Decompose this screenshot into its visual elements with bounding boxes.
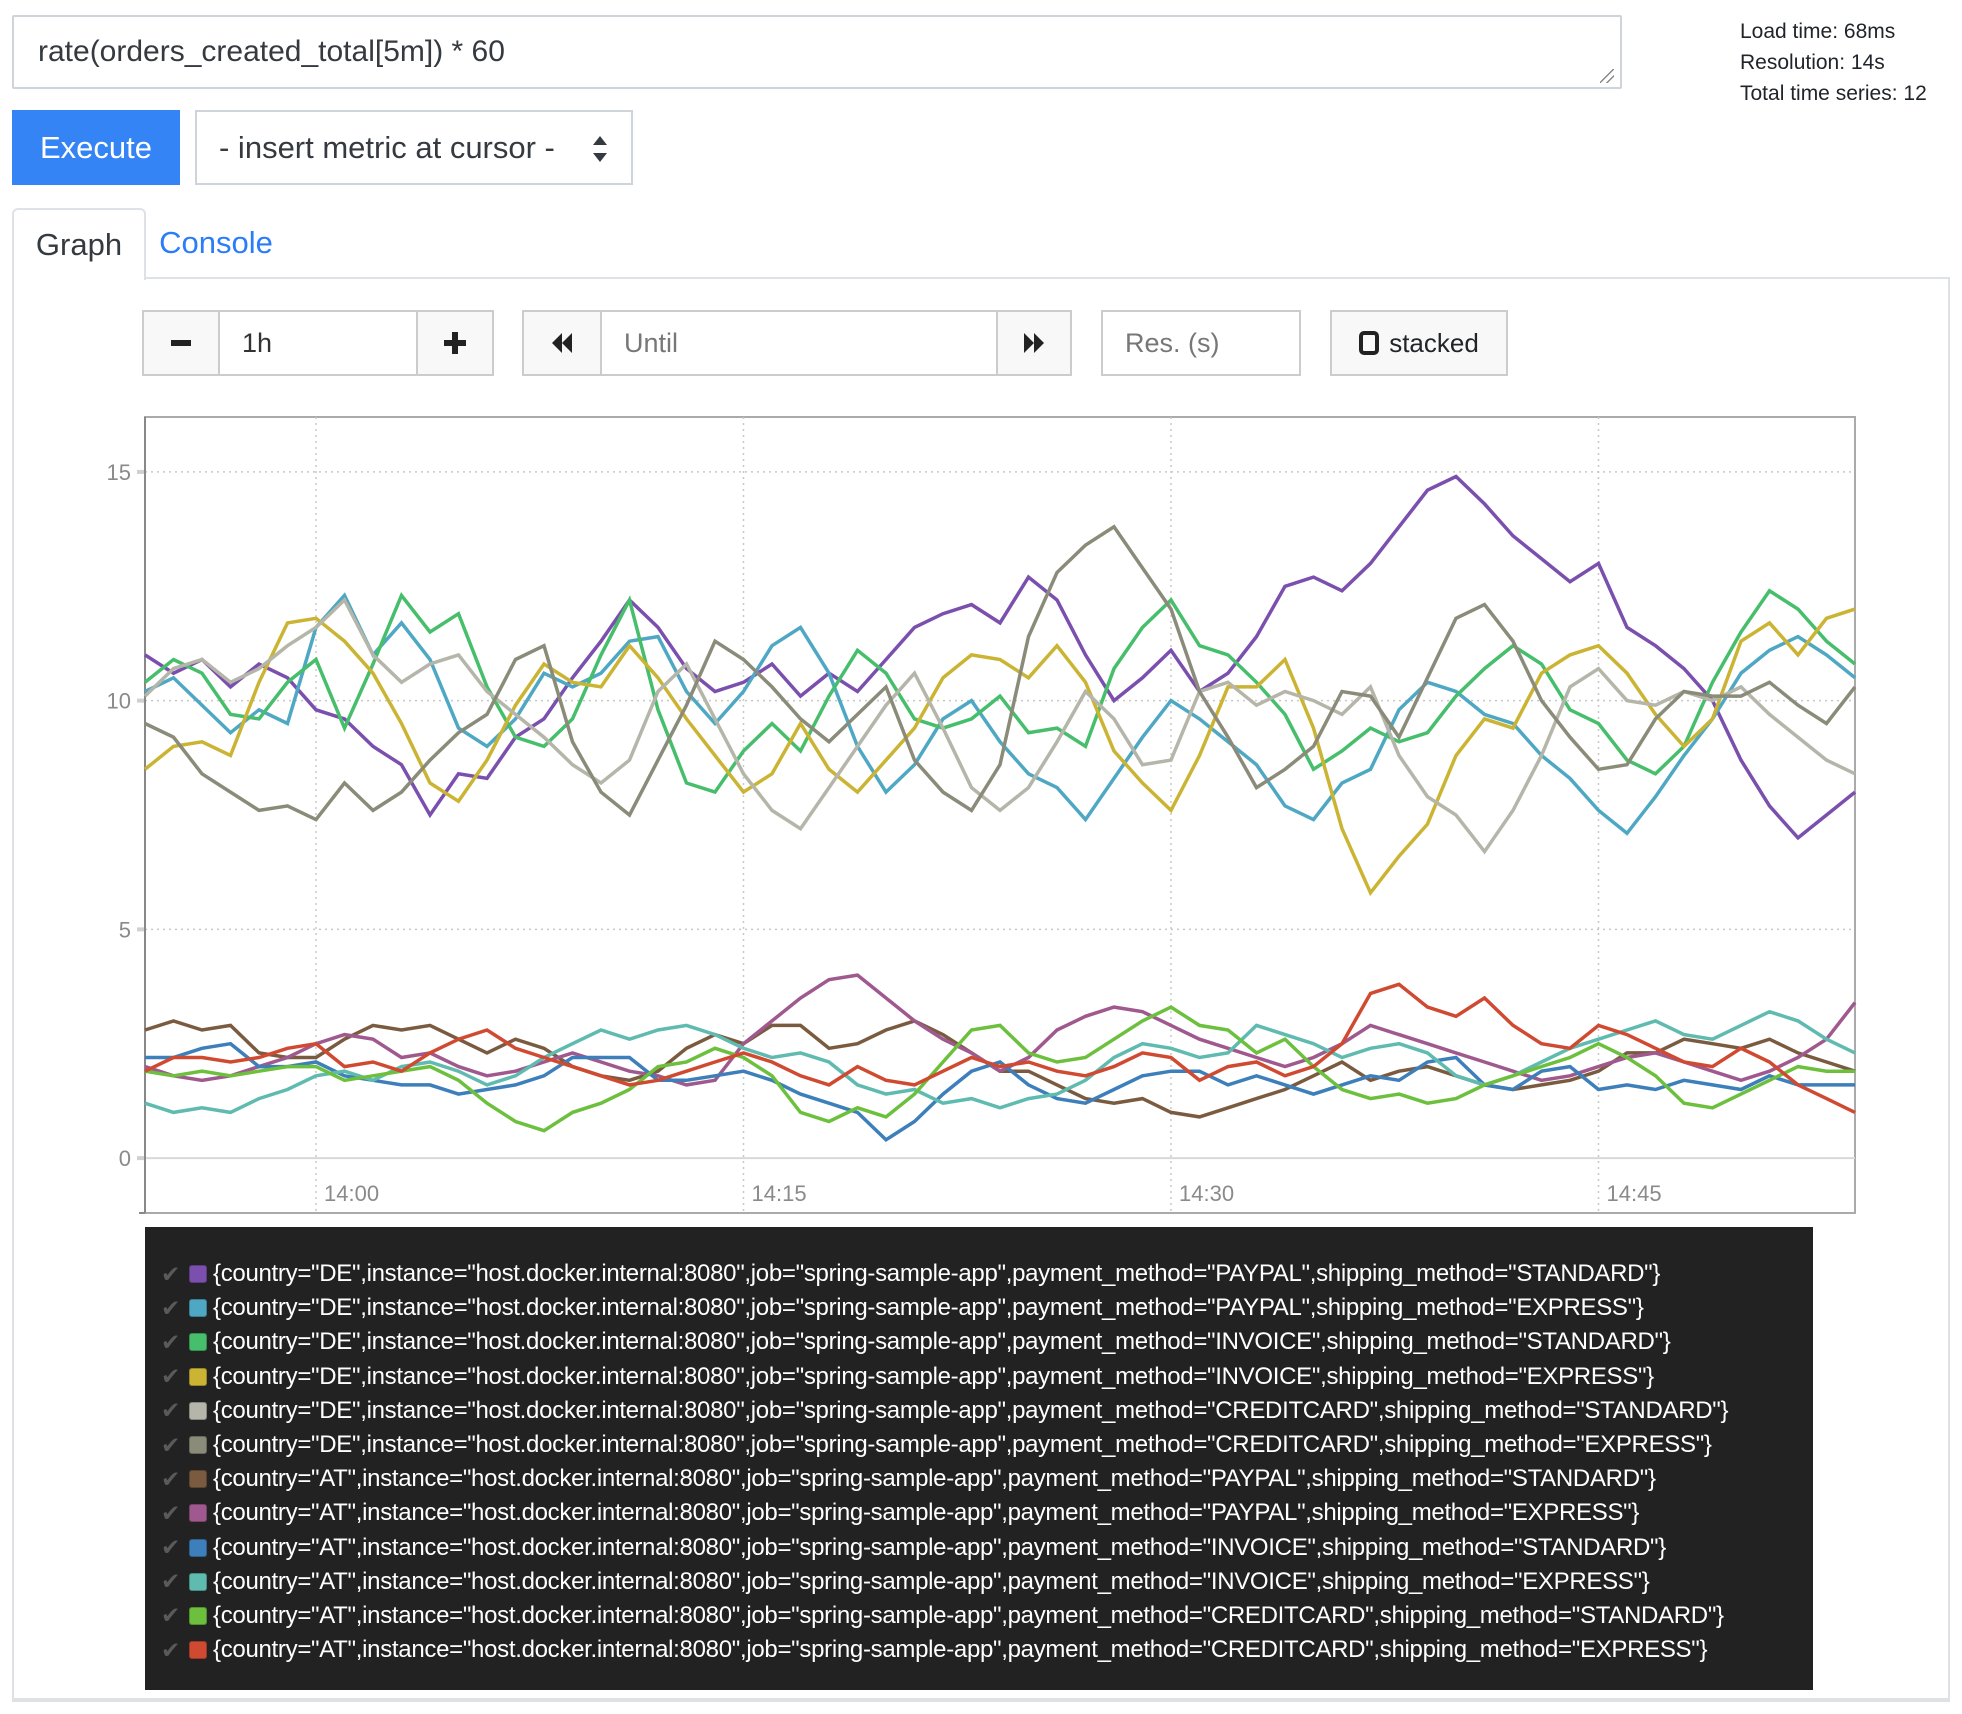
stacked-label: stacked [1389,327,1479,358]
legend-color-swatch [189,1265,207,1284]
select-arrows-icon [593,136,607,162]
legend-color-swatch [189,1470,207,1489]
legend-label: {country="DE",instance="host.docker.inte… [213,1396,1729,1424]
graph-chart[interactable]: 0 5 10 15 14:00 14:15 14:30 14:45 [100,410,1870,1230]
execute-button[interactable]: Execute [12,110,180,185]
query-expression-input[interactable]: rate(orders_created_total[5m]) * 60 [12,15,1622,89]
until-forward-button[interactable] [996,310,1072,376]
legend-label: {country="DE",instance="host.docker.inte… [213,1431,1712,1459]
legend-color-swatch [189,1333,207,1352]
x-tick-label: 14:15 [752,1181,807,1206]
legend-label: {country="DE",instance="host.docker.inte… [213,1362,1654,1390]
y-tick-label: 10 [107,689,131,714]
range-input[interactable]: 1h [218,310,418,376]
legend-label: {country="DE",instance="host.docker.inte… [213,1260,1661,1288]
checkmark-icon: ✔ [161,1602,181,1629]
minus-icon [171,340,191,346]
tab-graph[interactable]: Graph [12,208,146,280]
legend-color-swatch [189,1538,207,1557]
legend-label: {country="AT",instance="host.docker.inte… [213,1465,1656,1493]
checkmark-icon: ✔ [161,1328,181,1355]
load-time: Load time: 68ms [1740,20,1896,43]
insert-metric-select[interactable]: - insert metric at cursor - [195,110,633,185]
y-tick-label: 15 [107,460,131,485]
legend-color-swatch [189,1572,207,1591]
x-tick-label: 14:00 [324,1181,379,1206]
checkbox-unchecked-icon [1359,331,1380,355]
legend-label: {country="DE",instance="host.docker.inte… [213,1294,1644,1322]
until-back-button[interactable] [522,310,602,376]
legend-label: {country="AT",instance="host.docker.inte… [213,1601,1724,1629]
insert-metric-select-value: - insert metric at cursor - [219,129,555,165]
plus-icon [444,332,466,354]
legend-color-swatch [189,1299,207,1318]
checkmark-icon: ✔ [161,1636,181,1663]
checkmark-icon: ✔ [161,1260,181,1287]
range-decrease-button[interactable] [142,310,220,376]
legend-label: {country="AT",instance="host.docker.inte… [213,1533,1666,1561]
legend-item[interactable]: ✔ {country="DE",instance="host.docker.int… [145,1291,1813,1325]
y-tick-label: 0 [119,1146,131,1171]
checkmark-icon: ✔ [161,1534,181,1561]
query-stats: Load time: 68ms Resolution: 14s Total ti… [1740,16,1927,109]
checkmark-icon: ✔ [161,1363,181,1390]
x-tick-label: 14:30 [1179,1181,1234,1206]
query-expression-text: rate(orders_created_total[5m]) * 60 [38,35,505,68]
legend-label: {country="AT",instance="host.docker.inte… [213,1567,1650,1595]
legend-color-swatch [189,1436,207,1455]
legend-item[interactable]: ✔ {country="AT",instance="host.docker.int… [145,1462,1813,1496]
legend-item[interactable]: ✔ {country="DE",instance="host.docker.int… [145,1394,1813,1428]
checkmark-icon: ✔ [161,1499,181,1526]
legend-color-swatch [189,1367,207,1386]
checkmark-icon: ✔ [161,1568,181,1595]
resolution-input[interactable]: Res. (s) [1101,310,1301,376]
legend-color-swatch [189,1606,207,1625]
resize-handle-icon[interactable] [1600,69,1614,83]
legend-item[interactable]: ✔ {country="AT",instance="host.docker.int… [145,1531,1813,1565]
graph-legend: ✔ {country="DE",instance="host.docker.int… [145,1227,1813,1690]
tab-console[interactable]: Console [146,208,286,278]
legend-item[interactable]: ✔ {country="AT",instance="host.docker.int… [145,1565,1813,1599]
y-tick-label: 5 [119,917,131,942]
checkmark-icon: ✔ [161,1397,181,1424]
backward-icon [552,333,572,353]
checkmark-icon: ✔ [161,1431,181,1458]
total-series: Total time series: 12 [1740,82,1927,105]
legend-color-swatch [189,1401,207,1420]
forward-icon [1024,333,1044,353]
range-increase-button[interactable] [416,310,494,376]
legend-item[interactable]: ✔ {country="DE",instance="host.docker.int… [145,1257,1813,1291]
chart-svg[interactable]: 0 5 10 15 14:00 14:15 14:30 14:45 [100,410,1870,1230]
resolution-info: Resolution: 14s [1740,51,1885,74]
legend-item[interactable]: ✔ {country="AT",instance="host.docker.int… [145,1633,1813,1667]
legend-label: {country="AT",instance="host.docker.inte… [213,1636,1708,1664]
stacked-toggle[interactable]: stacked [1330,310,1508,376]
legend-color-swatch [189,1641,207,1660]
until-input[interactable]: Until [600,310,998,376]
legend-color-swatch [189,1504,207,1523]
legend-label: {country="AT",instance="host.docker.inte… [213,1499,1640,1527]
legend-item[interactable]: ✔ {country="DE",instance="host.docker.int… [145,1325,1813,1359]
legend-item[interactable]: ✔ {country="AT",instance="host.docker.int… [145,1599,1813,1633]
legend-item[interactable]: ✔ {country="DE",instance="host.docker.int… [145,1360,1813,1394]
checkmark-icon: ✔ [161,1294,181,1321]
legend-item[interactable]: ✔ {country="AT",instance="host.docker.int… [145,1496,1813,1530]
legend-label: {country="DE",instance="host.docker.inte… [213,1328,1671,1356]
checkmark-icon: ✔ [161,1465,181,1492]
x-tick-label: 14:45 [1607,1181,1662,1206]
legend-item[interactable]: ✔ {country="DE",instance="host.docker.int… [145,1428,1813,1462]
